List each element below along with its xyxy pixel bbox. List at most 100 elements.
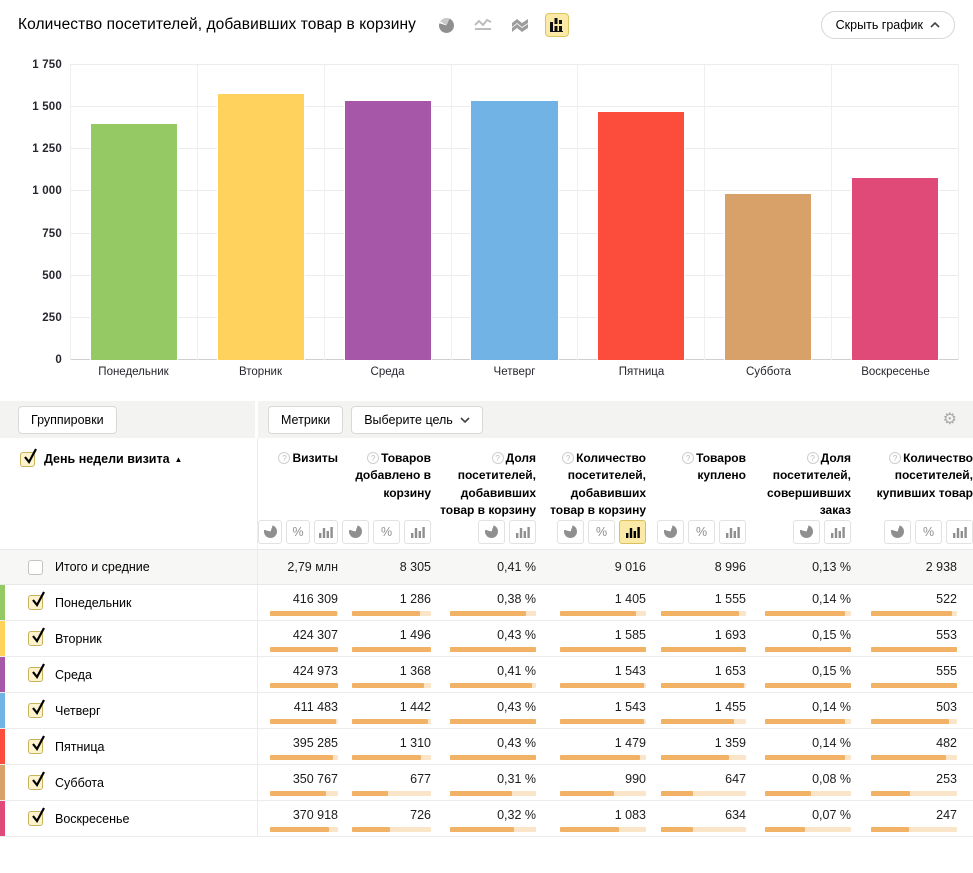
row-checkbox[interactable] [28, 703, 43, 718]
cell-value: 1 479 [615, 736, 646, 750]
pie-glyph [564, 525, 577, 538]
row-value-cell: 1 359 [646, 729, 746, 764]
metrics-button[interactable]: Метрики [268, 406, 343, 434]
cell-value: 0,14 % [812, 736, 851, 750]
help-icon[interactable]: ? [889, 452, 901, 464]
cell-value: 555 [936, 664, 957, 678]
pie-glyph [349, 525, 362, 538]
metric-header-label[interactable]: ?Товаров добавлено в корзину [338, 450, 431, 502]
row-value-cell: 0,41 % [431, 657, 536, 692]
bar-chart-icon[interactable] [545, 13, 569, 37]
choose-goal-label: Выберите цель [364, 413, 453, 427]
totals-value-1: 2,79 млн [258, 550, 338, 584]
chart-x-axis: ПонедельникВторникСредаЧетвергПятницаСуб… [70, 366, 959, 378]
row-label-cell: Понедельник [0, 585, 258, 620]
totals-checkbox[interactable] [28, 560, 43, 575]
table-row: Пятница395 2851 3100,43 %1 4791 3590,14 … [0, 729, 973, 765]
pie-toggle-button[interactable] [557, 520, 584, 544]
percent-glyph: % [696, 525, 707, 539]
row-value-cell: 0,32 % [431, 801, 536, 836]
row-color-stripe [0, 765, 5, 800]
pie-toggle-button[interactable] [258, 520, 282, 544]
chart-bar-1 [90, 123, 178, 360]
select-all-checkbox[interactable] [20, 452, 35, 467]
bar-toggle-button[interactable] [719, 520, 746, 544]
pie-toggle-button[interactable] [657, 520, 684, 544]
hide-chart-button[interactable]: Скрыть график [821, 11, 955, 39]
metric-header-label[interactable]: ?Доля посетителей, добавивших товар в ко… [431, 450, 536, 520]
metric-header-label[interactable]: ?Доля посетителей, совершивших заказ [746, 450, 851, 520]
bar-toggle-button[interactable] [509, 520, 536, 544]
metrica-report-page: Количество посетителей, добавивших товар… [0, 0, 973, 873]
cell-value-bar [270, 647, 338, 652]
percent-toggle-button[interactable]: % [588, 520, 615, 544]
table-row: Четверг411 4831 4420,43 %1 5431 4550,14 … [0, 693, 973, 729]
x-tick-label: Четверг [451, 366, 578, 378]
dimension-header-cell: День недели визита▲ [0, 438, 258, 550]
gear-icon[interactable]: ⚙ [943, 412, 957, 428]
help-icon[interactable]: ? [278, 452, 290, 464]
percent-toggle-button[interactable]: % [915, 520, 942, 544]
cell-value-bar [450, 791, 536, 796]
metric-header-label[interactable]: ?Товаров куплено [646, 450, 746, 485]
row-value-cell: 726 [338, 801, 431, 836]
row-checkbox[interactable] [28, 811, 43, 826]
cell-value: 522 [936, 592, 957, 606]
choose-goal-dropdown[interactable]: Выберите цель [351, 406, 483, 434]
bars-glyph [319, 526, 333, 538]
row-checkbox[interactable] [28, 631, 43, 646]
controls-right: Метрики Выберите цель ⚙ [258, 401, 973, 438]
row-checkbox[interactable] [28, 667, 43, 682]
percent-toggle-button[interactable]: % [286, 520, 310, 544]
cell-value-bar [270, 683, 338, 688]
percent-toggle-button[interactable]: % [688, 520, 715, 544]
percent-toggle-button[interactable]: % [373, 520, 400, 544]
cell-value: 1 310 [400, 736, 431, 750]
cell-value-bar [871, 683, 957, 688]
bar-toggle-button[interactable] [619, 520, 646, 544]
pie-toggle-button[interactable] [884, 520, 911, 544]
metric-header-label[interactable]: ?Количество посетителей, добавивших това… [536, 450, 646, 520]
dimension-sort-header[interactable]: День недели визита▲ [44, 452, 182, 466]
pie-toggle-button[interactable] [342, 520, 369, 544]
bar-chart: 02505007501 0001 2501 5001 750 Понедельн… [0, 50, 973, 385]
cell-value-bar [661, 755, 746, 760]
row-checkbox[interactable] [28, 775, 43, 790]
bar-toggle-button[interactable] [314, 520, 338, 544]
cell-value-bar [871, 755, 957, 760]
help-icon[interactable]: ? [682, 452, 694, 464]
pie-toggle-button[interactable] [793, 520, 820, 544]
cell-value: 990 [625, 772, 646, 786]
help-icon[interactable]: ? [562, 452, 574, 464]
x-tick-label: Воскресенье [832, 366, 959, 378]
row-value-cell: 1 083 [536, 801, 646, 836]
pie-chart-icon[interactable] [434, 13, 458, 37]
help-icon[interactable]: ? [807, 452, 819, 464]
row-label: Вторник [55, 632, 102, 646]
y-tick-label: 1 000 [32, 185, 62, 197]
bar-toggle-button[interactable] [404, 520, 431, 544]
row-checkbox[interactable] [28, 595, 43, 610]
report-header: Количество посетителей, добавивших товар… [0, 0, 973, 50]
y-tick-label: 1 500 [32, 101, 62, 113]
help-icon[interactable]: ? [367, 452, 379, 464]
bar-toggle-button[interactable] [824, 520, 851, 544]
controls-left: Группировки [0, 401, 258, 438]
bar-toggle-button[interactable] [946, 520, 973, 544]
metrics-label: Метрики [281, 413, 330, 427]
groupings-button[interactable]: Группировки [18, 406, 117, 434]
row-checkbox[interactable] [28, 739, 43, 754]
cell-value-bar [765, 791, 851, 796]
metric-header-label[interactable]: ?Количество посетителей, купивших товар [851, 450, 973, 502]
bars-glyph [626, 526, 640, 538]
cell-value: 1 543 [615, 664, 646, 678]
line-chart-icon[interactable] [471, 13, 495, 37]
help-icon[interactable]: ? [492, 452, 504, 464]
metric-header-label[interactable]: ?Визиты [258, 450, 338, 467]
cell-value-bar [450, 683, 536, 688]
pie-toggle-button[interactable] [478, 520, 505, 544]
stacked-area-chart-icon[interactable] [508, 13, 532, 37]
display-mode-toggles: % [536, 520, 646, 544]
table-row: Среда424 9731 3680,41 %1 5431 6530,15 %5… [0, 657, 973, 693]
row-label: Суббота [55, 776, 104, 790]
